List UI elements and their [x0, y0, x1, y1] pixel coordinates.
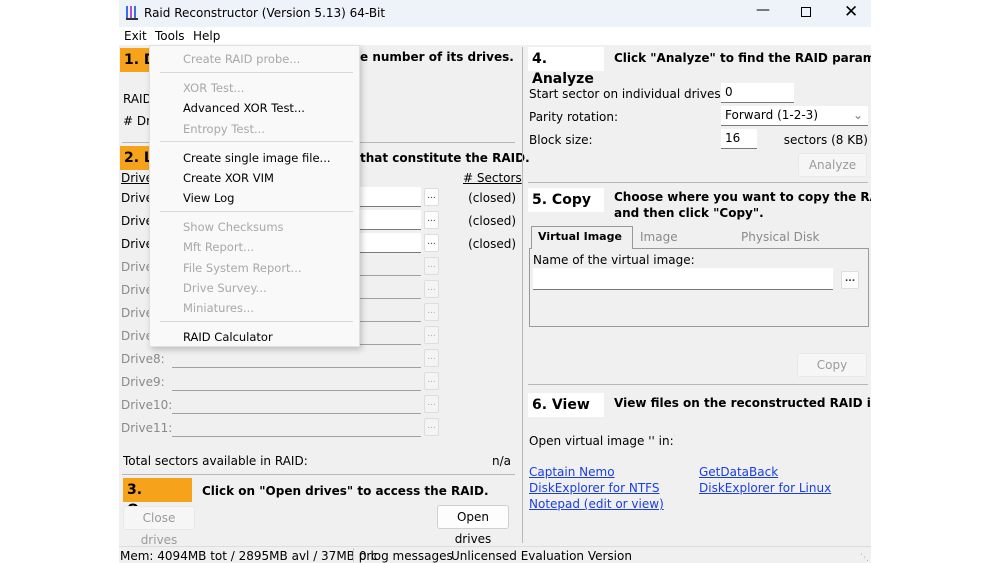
raid-type-label: RAID	[123, 92, 152, 106]
drive-path-input[interactable]	[172, 371, 421, 391]
sectors-column-header[interactable]: # Sectors	[463, 171, 522, 185]
open-drives-button[interactable]: Open drives	[437, 505, 509, 546]
title-bar: Raid Reconstructor (Version 5.13) 64-Bit…	[119, 0, 871, 27]
browse-drive-button[interactable]: ...	[424, 303, 439, 321]
total-sectors-value: n/a	[492, 454, 512, 468]
menu-item[interactable]: Drive Survey...	[183, 281, 267, 295]
menu-tools[interactable]: Tools	[155, 29, 185, 43]
step3-badge: 3. Open	[123, 478, 192, 518]
minimize-button[interactable]: —	[756, 2, 770, 18]
step1-text: e number of its drives.	[360, 50, 514, 64]
menu-separator	[160, 321, 353, 322]
step6-badge: 6. View	[528, 393, 604, 417]
browse-drive-button[interactable]: ...	[424, 188, 439, 206]
menu-exit[interactable]: Exit	[124, 29, 147, 43]
menu-item[interactable]: Create XOR VIM	[183, 171, 274, 185]
drive-path-input[interactable]	[172, 348, 421, 368]
browse-drive-button[interactable]: ...	[424, 211, 439, 229]
browse-drive-button[interactable]: ...	[424, 395, 439, 413]
menu-bar: Exit Tools Help	[119, 27, 871, 45]
maximize-button[interactable]	[801, 7, 811, 17]
status-bar: Mem: 4094MB tot / 2895MB avl / 37MB prc …	[119, 546, 871, 563]
block-size-unit: sectors (8 KB)	[783, 133, 868, 147]
analyze-button[interactable]: Analyze	[798, 153, 867, 177]
chevron-down-icon: ⌄	[852, 108, 863, 122]
drive-sectors-status: (closed)	[468, 191, 516, 205]
step2-text: that constitute the RAID.	[360, 151, 530, 165]
link-getdataback[interactable]: GetDataBack	[699, 465, 778, 479]
parity-rotation-value: Forward (1-2-3)	[725, 108, 818, 122]
menu-item[interactable]: Show Checksums	[183, 220, 284, 234]
start-sector-label: Start sector on individual drives:	[529, 87, 725, 101]
menu-item[interactable]: Mft Report...	[183, 240, 254, 254]
browse-drive-button[interactable]: ...	[424, 234, 439, 252]
start-sector-input[interactable]: 0	[721, 83, 794, 103]
link-notepad[interactable]: Notepad (edit or view)	[529, 497, 664, 511]
drive-label: Drive10:	[121, 398, 173, 412]
menu-item[interactable]: View Log	[183, 191, 235, 205]
menu-separator	[160, 141, 353, 142]
status-license: Unlicensed Evaluation Version	[451, 549, 632, 563]
close-button[interactable]: ✕	[844, 2, 858, 22]
menu-item[interactable]: Advanced XOR Test...	[183, 101, 305, 115]
tab-physical-disk[interactable]: Physical Disk	[741, 230, 819, 244]
raid-app-icon	[126, 6, 138, 20]
drive-count-label: # Dr	[123, 114, 152, 128]
tab-image[interactable]: Image	[640, 230, 678, 244]
parity-rotation-select[interactable]: Forward (1-2-3) ⌄	[721, 106, 868, 126]
block-size-label: Block size:	[529, 133, 593, 147]
browse-virtual-image-button[interactable]: ...	[841, 271, 859, 289]
drive-label: Drive9:	[121, 375, 165, 389]
menu-item[interactable]: XOR Test...	[183, 81, 244, 95]
step5-text-1: Choose where you want to copy the RAID	[614, 190, 871, 204]
drive-path-input[interactable]	[172, 417, 421, 437]
block-size-input[interactable]: 16	[721, 129, 757, 149]
step3-text: Click on "Open drives" to access the RAI…	[202, 484, 489, 498]
browse-drive-button[interactable]: ...	[424, 257, 439, 275]
step4-text: Click "Analyze" to find the RAID paramet…	[614, 51, 871, 65]
step6-text: View files on the reconstructed RAID ima…	[614, 396, 871, 410]
menu-item[interactable]: Create single image file...	[183, 151, 331, 165]
raid-reconstructor-window: Raid Reconstructor (Version 5.13) 64-Bit…	[119, 0, 871, 563]
drive-label: Drive8:	[121, 352, 165, 366]
menu-separator	[160, 72, 353, 73]
link-captain-nemo[interactable]: Captain Nemo	[529, 465, 615, 479]
virtual-image-name-input[interactable]	[533, 268, 833, 290]
step4-badge: 4. Analyze	[528, 47, 604, 87]
browse-drive-button[interactable]: ...	[424, 418, 439, 436]
menu-item[interactable]: RAID Calculator	[183, 330, 273, 344]
copy-button[interactable]: Copy	[797, 353, 867, 377]
status-log: 0 log messages	[359, 549, 453, 563]
tools-menu: Create RAID probe... XOR Test... Advanced …	[149, 45, 360, 347]
close-drives-button[interactable]: Close drives	[123, 506, 195, 547]
link-diskexplorer-linux[interactable]: DiskExplorer for Linux	[699, 481, 831, 495]
status-memory: Mem: 4094MB tot / 2895MB avl / 37MB prc	[120, 549, 378, 563]
parity-rotation-label: Parity rotation:	[529, 110, 619, 124]
browse-drive-button[interactable]: ...	[424, 372, 439, 390]
drive-path-input[interactable]	[172, 394, 421, 414]
resize-grip-icon[interactable]: ⋱	[860, 550, 869, 563]
browse-drive-button[interactable]: ...	[424, 280, 439, 298]
menu-item[interactable]: Miniatures...	[183, 301, 254, 315]
menu-separator	[160, 211, 353, 212]
open-virtual-image-label: Open virtual image '' in:	[529, 434, 674, 448]
browse-drive-button[interactable]: ...	[424, 326, 439, 344]
menu-help[interactable]: Help	[193, 29, 220, 43]
menu-item[interactable]: File System Report...	[183, 261, 302, 275]
total-sectors-label: Total sectors available in RAID:	[123, 454, 308, 468]
window-title: Raid Reconstructor (Version 5.13) 64-Bit	[144, 6, 386, 20]
drive-label: Drive11:	[121, 421, 173, 435]
drive-sectors-status: (closed)	[468, 237, 516, 251]
step5-text-2: and then click "Copy".	[614, 206, 764, 220]
browse-drive-button[interactable]: ...	[424, 349, 439, 367]
menu-item[interactable]: Create RAID probe...	[183, 52, 300, 66]
step5-badge: 5. Copy	[528, 188, 604, 212]
drive-sectors-status: (closed)	[468, 214, 516, 228]
virtual-image-name-label: Name of the virtual image:	[533, 253, 695, 267]
tab-virtual-image[interactable]: Virtual Image	[531, 226, 633, 249]
menu-item[interactable]: Entropy Test...	[183, 122, 265, 136]
link-diskexplorer-ntfs[interactable]: DiskExplorer for NTFS	[529, 481, 659, 495]
